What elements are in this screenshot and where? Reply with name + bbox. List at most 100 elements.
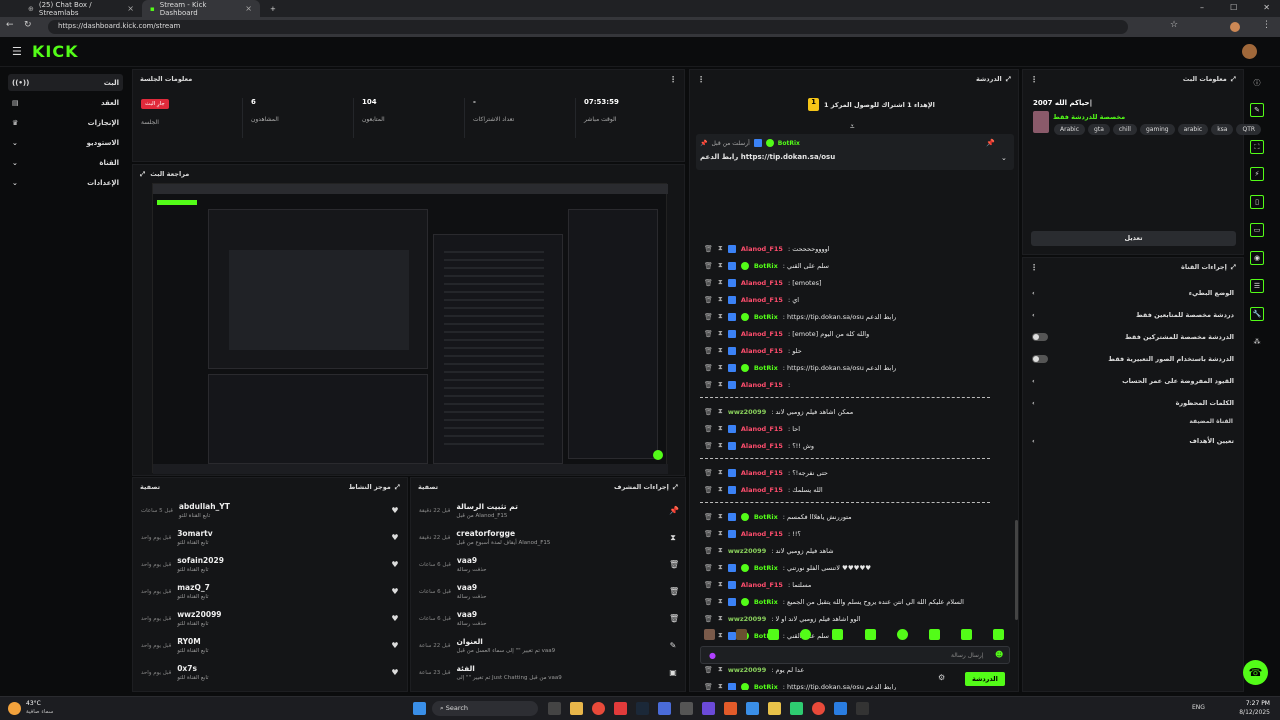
delete-icon[interactable]: 🗑 — [704, 313, 713, 321]
chat-username[interactable]: BotRix — [754, 564, 778, 572]
sidebar-item-studio[interactable]: ⌄ الاستوديو — [8, 134, 123, 151]
avatar[interactable] — [1242, 44, 1257, 59]
chat-username[interactable]: Alanod_F15 — [741, 486, 783, 494]
timeout-icon[interactable]: ⧗ — [718, 597, 723, 606]
chat-username[interactable]: BotRix — [754, 683, 778, 691]
delete-icon[interactable]: 🗑 — [704, 547, 713, 555]
chat-username[interactable]: Alanod_F15 — [741, 530, 783, 538]
delete-icon[interactable]: 🗑 — [704, 425, 713, 433]
delete-icon[interactable]: 🗑 — [704, 615, 713, 623]
timeout-icon[interactable]: ⧗ — [718, 329, 723, 338]
app-icon[interactable] — [856, 702, 869, 715]
app-icon[interactable] — [724, 702, 737, 715]
delete-icon[interactable]: 🗑 — [704, 262, 713, 270]
emote-icon[interactable] — [960, 629, 972, 640]
maximize-icon[interactable]: ☐ — [1230, 3, 1237, 12]
expand-icon[interactable]: ⤢ — [395, 483, 400, 492]
sidebar-item-channel[interactable]: ⌄ القناة — [8, 154, 123, 171]
clock-date[interactable]: 8/12/2025 — [1226, 709, 1270, 716]
emote-icon[interactable] — [704, 629, 715, 640]
timeout-icon[interactable]: ⧗ — [718, 295, 723, 304]
chat-message[interactable]: 🗑 ⧗ BotRix: https://tip.dokan.sa/osu رابط … — [704, 359, 896, 376]
timeout-icon[interactable]: ⧗ — [718, 546, 723, 555]
chat-message[interactable]: 🗑 ⧗ Alanod_F15: [emote] والله كله من اليوم — [704, 325, 869, 342]
chat-username[interactable]: BotRix — [754, 513, 778, 521]
app-icon[interactable] — [768, 702, 781, 715]
delete-icon[interactable]: 🗑 — [704, 442, 713, 450]
discord-icon[interactable] — [658, 702, 671, 715]
timeout-icon[interactable]: ⧗ — [718, 614, 723, 623]
stream-preview-video[interactable] — [152, 183, 668, 474]
delete-icon[interactable]: 🗑 — [704, 408, 713, 416]
delete-icon[interactable]: 🗑 — [704, 530, 713, 538]
clock-time[interactable]: 7:27 PM — [1226, 700, 1270, 707]
collapse-icon[interactable]: ⩡ — [850, 122, 855, 132]
expand-icon[interactable]: ⤢ — [1006, 75, 1011, 84]
task-view-icon[interactable] — [548, 702, 561, 715]
timeout-icon[interactable]: ⧗ — [718, 278, 723, 287]
mic-icon[interactable]: ● — [709, 651, 716, 660]
lightning-icon[interactable]: ⚡ — [1250, 167, 1264, 181]
chat-message[interactable]: 🗑 ⧗ wwz20099: الوو اشاهد فيلم زومبي لاند ا… — [704, 610, 861, 627]
slow-mode-row[interactable]: الوضع البطيء › — [1028, 284, 1238, 302]
expand-icon[interactable]: ⤢ — [1231, 263, 1236, 272]
chat-message[interactable]: 🗑 ⧗ Alanod_F15: اووووححححت — [704, 240, 830, 257]
timeout-icon[interactable]: ⧗ — [718, 485, 723, 494]
timeout-icon[interactable]: ⧗ — [718, 580, 723, 589]
chat-message[interactable]: 🗑 ⧗ Alanod_F15: !!؟ — [704, 525, 801, 542]
menu-icon[interactable]: ⋮ — [1262, 20, 1271, 30]
chat-username[interactable]: Alanod_F15 — [741, 425, 783, 433]
account-age-row[interactable]: القيود المفروضة على عمر الحساب › — [1028, 372, 1238, 390]
broadcast-icon[interactable]: ◉ — [1250, 251, 1264, 265]
emote-icon[interactable] — [992, 629, 1004, 640]
delete-icon[interactable]: 🗑 — [704, 486, 713, 494]
page-icon[interactable]: ▯ — [1250, 195, 1264, 209]
pinned-text[interactable]: رابط الدعم https://tip.dokan.sa/osu — [700, 153, 835, 161]
emoji-icon[interactable]: ☻ — [995, 650, 1003, 659]
chat-username[interactable]: Alanod_F15 — [741, 330, 783, 338]
chevron-down-icon[interactable]: ⌄ — [1001, 154, 1007, 162]
language-indicator[interactable]: ENG — [1192, 704, 1205, 711]
chat-username[interactable]: BotRix — [754, 598, 778, 606]
expand-icon[interactable]: ⤢ — [673, 483, 678, 492]
youtube-icon[interactable] — [614, 702, 627, 715]
chat-message[interactable]: 🗑 ⧗ BotRix: سلم على القني — [704, 257, 829, 274]
chat-message[interactable]: 🗑 ⧗ BotRix: متوررنش ياهلااا فكمسم — [704, 508, 852, 525]
delete-icon[interactable]: 🗑 — [704, 245, 713, 253]
followers-only-row[interactable]: دردشة مخصصة للمتابعين فقط › — [1028, 306, 1238, 324]
reload-icon[interactable]: ↻ — [24, 20, 32, 30]
chat-username[interactable]: wwz20099 — [728, 615, 766, 623]
file-explorer-icon[interactable] — [570, 702, 583, 715]
filter-button[interactable]: تصفية — [418, 483, 438, 491]
sidebar-item-live[interactable]: ((•)) البث — [8, 74, 123, 91]
more-options-icon[interactable]: ⋮ — [1030, 263, 1038, 272]
emotes-only-row[interactable]: الدردشة باستخدام الصور التعبيرية فقط — [1028, 350, 1238, 368]
kick-logo[interactable]: KICK — [32, 42, 79, 61]
timeout-icon[interactable]: ⧗ — [718, 407, 723, 416]
windows-start-icon[interactable] — [413, 702, 426, 715]
chat-username[interactable]: wwz20099 — [728, 547, 766, 555]
timeout-icon[interactable]: ⧗ — [718, 512, 723, 521]
sidebar-item-achievements[interactable]: ♛ الإنجازات — [8, 114, 123, 131]
set-goals-row[interactable]: تعيين الأهداف › — [1028, 432, 1238, 450]
delete-icon[interactable]: 🗑 — [704, 666, 713, 674]
emote-icon[interactable] — [896, 629, 908, 640]
chat-username[interactable]: Alanod_F15 — [741, 469, 783, 477]
send-chat-button[interactable]: الدردشة — [965, 672, 1005, 686]
delete-icon[interactable]: 🗑 — [704, 581, 713, 589]
delete-icon[interactable]: 🗑 — [704, 564, 713, 572]
delete-icon[interactable]: 🗑 — [704, 381, 713, 389]
chat-username[interactable]: Alanod_F15 — [741, 442, 783, 450]
chat-message[interactable]: 🗑 ⧗ Alanod_F15: وش !!؟ — [704, 437, 814, 454]
chat-message[interactable]: 🗑 ⧗ BotRix: لاتنسى الفلو نورتني ♥♥♥♥♥ — [704, 559, 871, 576]
chat-message[interactable]: 🗑 ⧗ Alanod_F15: اي — [704, 291, 799, 308]
timeout-icon[interactable]: ⧗ — [718, 468, 723, 477]
subscribers-only-toggle[interactable] — [1032, 333, 1048, 341]
more-options-icon[interactable]: ⋮ — [1030, 75, 1038, 84]
emote-icon[interactable] — [864, 629, 876, 640]
filter-button[interactable]: تصفية — [140, 483, 160, 491]
chat-settings-icon[interactable]: ⚙ — [938, 673, 945, 682]
emotes-only-toggle[interactable] — [1032, 355, 1048, 363]
chat-username[interactable]: Alanod_F15 — [741, 245, 783, 253]
timeout-icon[interactable]: ⧗ — [718, 682, 723, 690]
